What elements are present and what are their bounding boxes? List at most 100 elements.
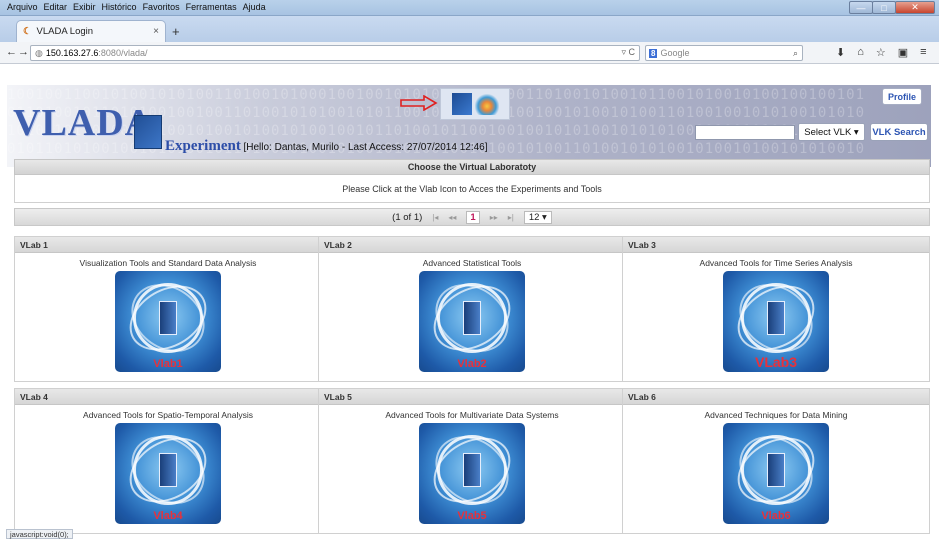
menu-editar[interactable]: Editar bbox=[41, 2, 71, 12]
vlab-home-icon[interactable] bbox=[440, 88, 510, 120]
home-icon[interactable]: ⌂ bbox=[857, 46, 864, 59]
bookmarks-menu-icon[interactable]: ▣ bbox=[898, 46, 908, 59]
vlab-description: Advanced Statistical Tools bbox=[422, 258, 522, 268]
navigation-bar: ← → ◍ 150.163.27.6 :8080/vlada/ ▿ C 8 Go… bbox=[0, 42, 939, 64]
vlab-title: VLab 6 bbox=[623, 389, 929, 405]
arrow-right-icon bbox=[400, 95, 438, 111]
reload-icon[interactable]: ▿ C bbox=[621, 47, 635, 58]
globe-icon: ◍ bbox=[35, 47, 43, 58]
search-bar[interactable]: 8 Google ⌕ bbox=[645, 45, 803, 61]
vlk-search-input[interactable] bbox=[695, 125, 795, 140]
chart-icon bbox=[474, 93, 499, 115]
status-bar: javascript:void(0); bbox=[6, 529, 73, 539]
vlab-title: VLab 5 bbox=[319, 389, 625, 405]
experiment-icon bbox=[134, 115, 162, 149]
vlab-card: VLab 5 Advanced Tools for Multivariate D… bbox=[318, 388, 626, 534]
vlab-description: Advanced Tools for Multivariate Data Sys… bbox=[385, 410, 559, 420]
vlab-title: VLab 2 bbox=[319, 237, 625, 253]
vlab-icon[interactable]: Vlab2 bbox=[419, 271, 525, 372]
browser-window: Arquivo Editar Exibir Histórico Favorito… bbox=[0, 0, 939, 539]
vlab-card: VLab 6 Advanced Techniques for Data Mini… bbox=[622, 388, 930, 534]
vlk-search-button[interactable]: VLK Search bbox=[870, 123, 928, 141]
vlab-description: Visualization Tools and Standard Data An… bbox=[79, 258, 257, 268]
bookmark-star-icon[interactable]: ☆ bbox=[876, 46, 886, 59]
url-path: :8080/vlada/ bbox=[98, 48, 148, 58]
window-controls: — □ ✕ bbox=[849, 1, 935, 14]
select-vlk-dropdown[interactable]: Select VLK ▾ bbox=[798, 123, 865, 141]
tab-close-icon[interactable]: × bbox=[153, 26, 159, 37]
choose-lab-header: Choose the Virtual Laboratoty bbox=[14, 159, 930, 175]
tab-bar: ☾ VLADA Login × + bbox=[0, 16, 939, 42]
vlab-icon-label: Vlab6 bbox=[761, 510, 791, 522]
first-page-button[interactable]: |◂ bbox=[432, 213, 438, 222]
current-page[interactable]: 1 bbox=[466, 210, 480, 224]
vlab-icon[interactable]: Vlab5 bbox=[419, 423, 525, 524]
vlab-description: Advanced Techniques for Data Mining bbox=[704, 410, 848, 420]
vlab-description: Advanced Tools for Spatio-Temporal Analy… bbox=[83, 410, 253, 420]
new-tab-button[interactable]: + bbox=[172, 24, 180, 39]
door-icon bbox=[159, 301, 177, 335]
vlab-icon-label: VLab3 bbox=[754, 354, 797, 370]
url-host: 150.163.27.6 bbox=[45, 48, 99, 58]
toolbar-icons: ⬇ ⌂ ☆ ▣ ≡ bbox=[836, 46, 927, 59]
search-placeholder: Google bbox=[660, 48, 690, 58]
user-greeting: [Hello: Dantas, Murilo - Last Access: 27… bbox=[243, 142, 488, 153]
profile-button[interactable]: Profile bbox=[882, 88, 922, 105]
chevron-down-icon: ▾ bbox=[851, 126, 859, 138]
menu-historico[interactable]: Histórico bbox=[99, 2, 140, 12]
vlab-icon[interactable]: Vlab1 bbox=[115, 271, 221, 372]
prev-page-button[interactable]: ◂◂ bbox=[448, 213, 456, 222]
paginator: (1 of 1) |◂ ◂◂ 1 ▸▸ ▸| 12 ▾ bbox=[14, 208, 930, 226]
url-bar[interactable]: ◍ 150.163.27.6 :8080/vlada/ ▿ C bbox=[30, 45, 640, 61]
vlab-title: VLab 4 bbox=[15, 389, 321, 405]
maximize-button[interactable]: □ bbox=[872, 1, 896, 14]
vlab-icon-label: Vlab5 bbox=[457, 510, 487, 522]
forward-button[interactable]: → bbox=[18, 46, 29, 58]
menu-arquivo[interactable]: Arquivo bbox=[4, 2, 41, 12]
minimize-button[interactable]: — bbox=[849, 1, 873, 14]
vlab-icon[interactable]: VLab3 bbox=[723, 271, 829, 372]
menu-ferramentas[interactable]: Ferramentas bbox=[183, 2, 240, 12]
vlab-icon[interactable]: Vlab4 bbox=[115, 423, 221, 524]
experiment-header: Experiment [Hello: Dantas, Murilo - Last… bbox=[165, 138, 488, 155]
close-window-button[interactable]: ✕ bbox=[895, 1, 935, 14]
vlab-card: VLab 1 Visualization Tools and Standard … bbox=[14, 236, 322, 382]
page-info: (1 of 1) bbox=[392, 211, 423, 223]
menu-exibir[interactable]: Exibir bbox=[70, 2, 99, 12]
door-icon bbox=[159, 453, 177, 487]
next-page-button[interactable]: ▸▸ bbox=[490, 213, 498, 222]
tab-vlada-login[interactable]: ☾ VLADA Login × bbox=[16, 20, 166, 42]
last-page-button[interactable]: ▸| bbox=[508, 213, 514, 222]
menu-icon[interactable]: ≡ bbox=[920, 46, 926, 59]
header-banner: 1001001100101001010100110100101000100100… bbox=[7, 85, 931, 167]
download-icon[interactable]: ⬇ bbox=[836, 46, 845, 59]
search-icon[interactable]: ⌕ bbox=[793, 48, 798, 59]
vlab-icon-label: Vlab4 bbox=[153, 510, 183, 522]
select-vlk-label: Select VLK bbox=[804, 126, 852, 138]
loading-icon: ☾ bbox=[23, 26, 32, 37]
door-icon bbox=[463, 301, 481, 335]
tab-title: VLADA Login bbox=[36, 26, 94, 37]
back-button[interactable]: ← bbox=[6, 46, 17, 58]
experiment-title: Experiment bbox=[165, 138, 241, 154]
menu-bar: Arquivo Editar Exibir Histórico Favorito… bbox=[4, 2, 269, 12]
vlab-icon-label: Vlab2 bbox=[457, 358, 487, 370]
vlab-icon[interactable]: Vlab6 bbox=[723, 423, 829, 524]
menu-ajuda[interactable]: Ajuda bbox=[240, 2, 269, 12]
vlab-icon bbox=[451, 93, 472, 115]
menu-favoritos[interactable]: Favoritos bbox=[140, 2, 183, 12]
vlab-title: VLab 1 bbox=[15, 237, 321, 253]
vlab-title: VLab 3 bbox=[623, 237, 929, 253]
vlab-card: VLab 2 Advanced Statistical Tools Vlab2 bbox=[318, 236, 626, 382]
door-icon bbox=[767, 453, 785, 487]
vlada-logo: VLADA bbox=[13, 102, 154, 144]
vlab-icon-label: Vlab1 bbox=[153, 358, 183, 370]
vlab-card: VLab 3 Advanced Tools for Time Series An… bbox=[622, 236, 930, 382]
search-engine-icon[interactable]: 8 bbox=[649, 48, 658, 58]
door-icon bbox=[767, 301, 785, 335]
title-bar: Arquivo Editar Exibir Histórico Favorito… bbox=[0, 0, 939, 16]
vlab-description: Advanced Tools for Time Series Analysis bbox=[699, 258, 853, 268]
rows-per-page-select[interactable]: 12 ▾ bbox=[523, 210, 552, 224]
door-icon bbox=[463, 453, 481, 487]
vlab-card: VLab 4 Advanced Tools for Spatio-Tempora… bbox=[14, 388, 322, 534]
